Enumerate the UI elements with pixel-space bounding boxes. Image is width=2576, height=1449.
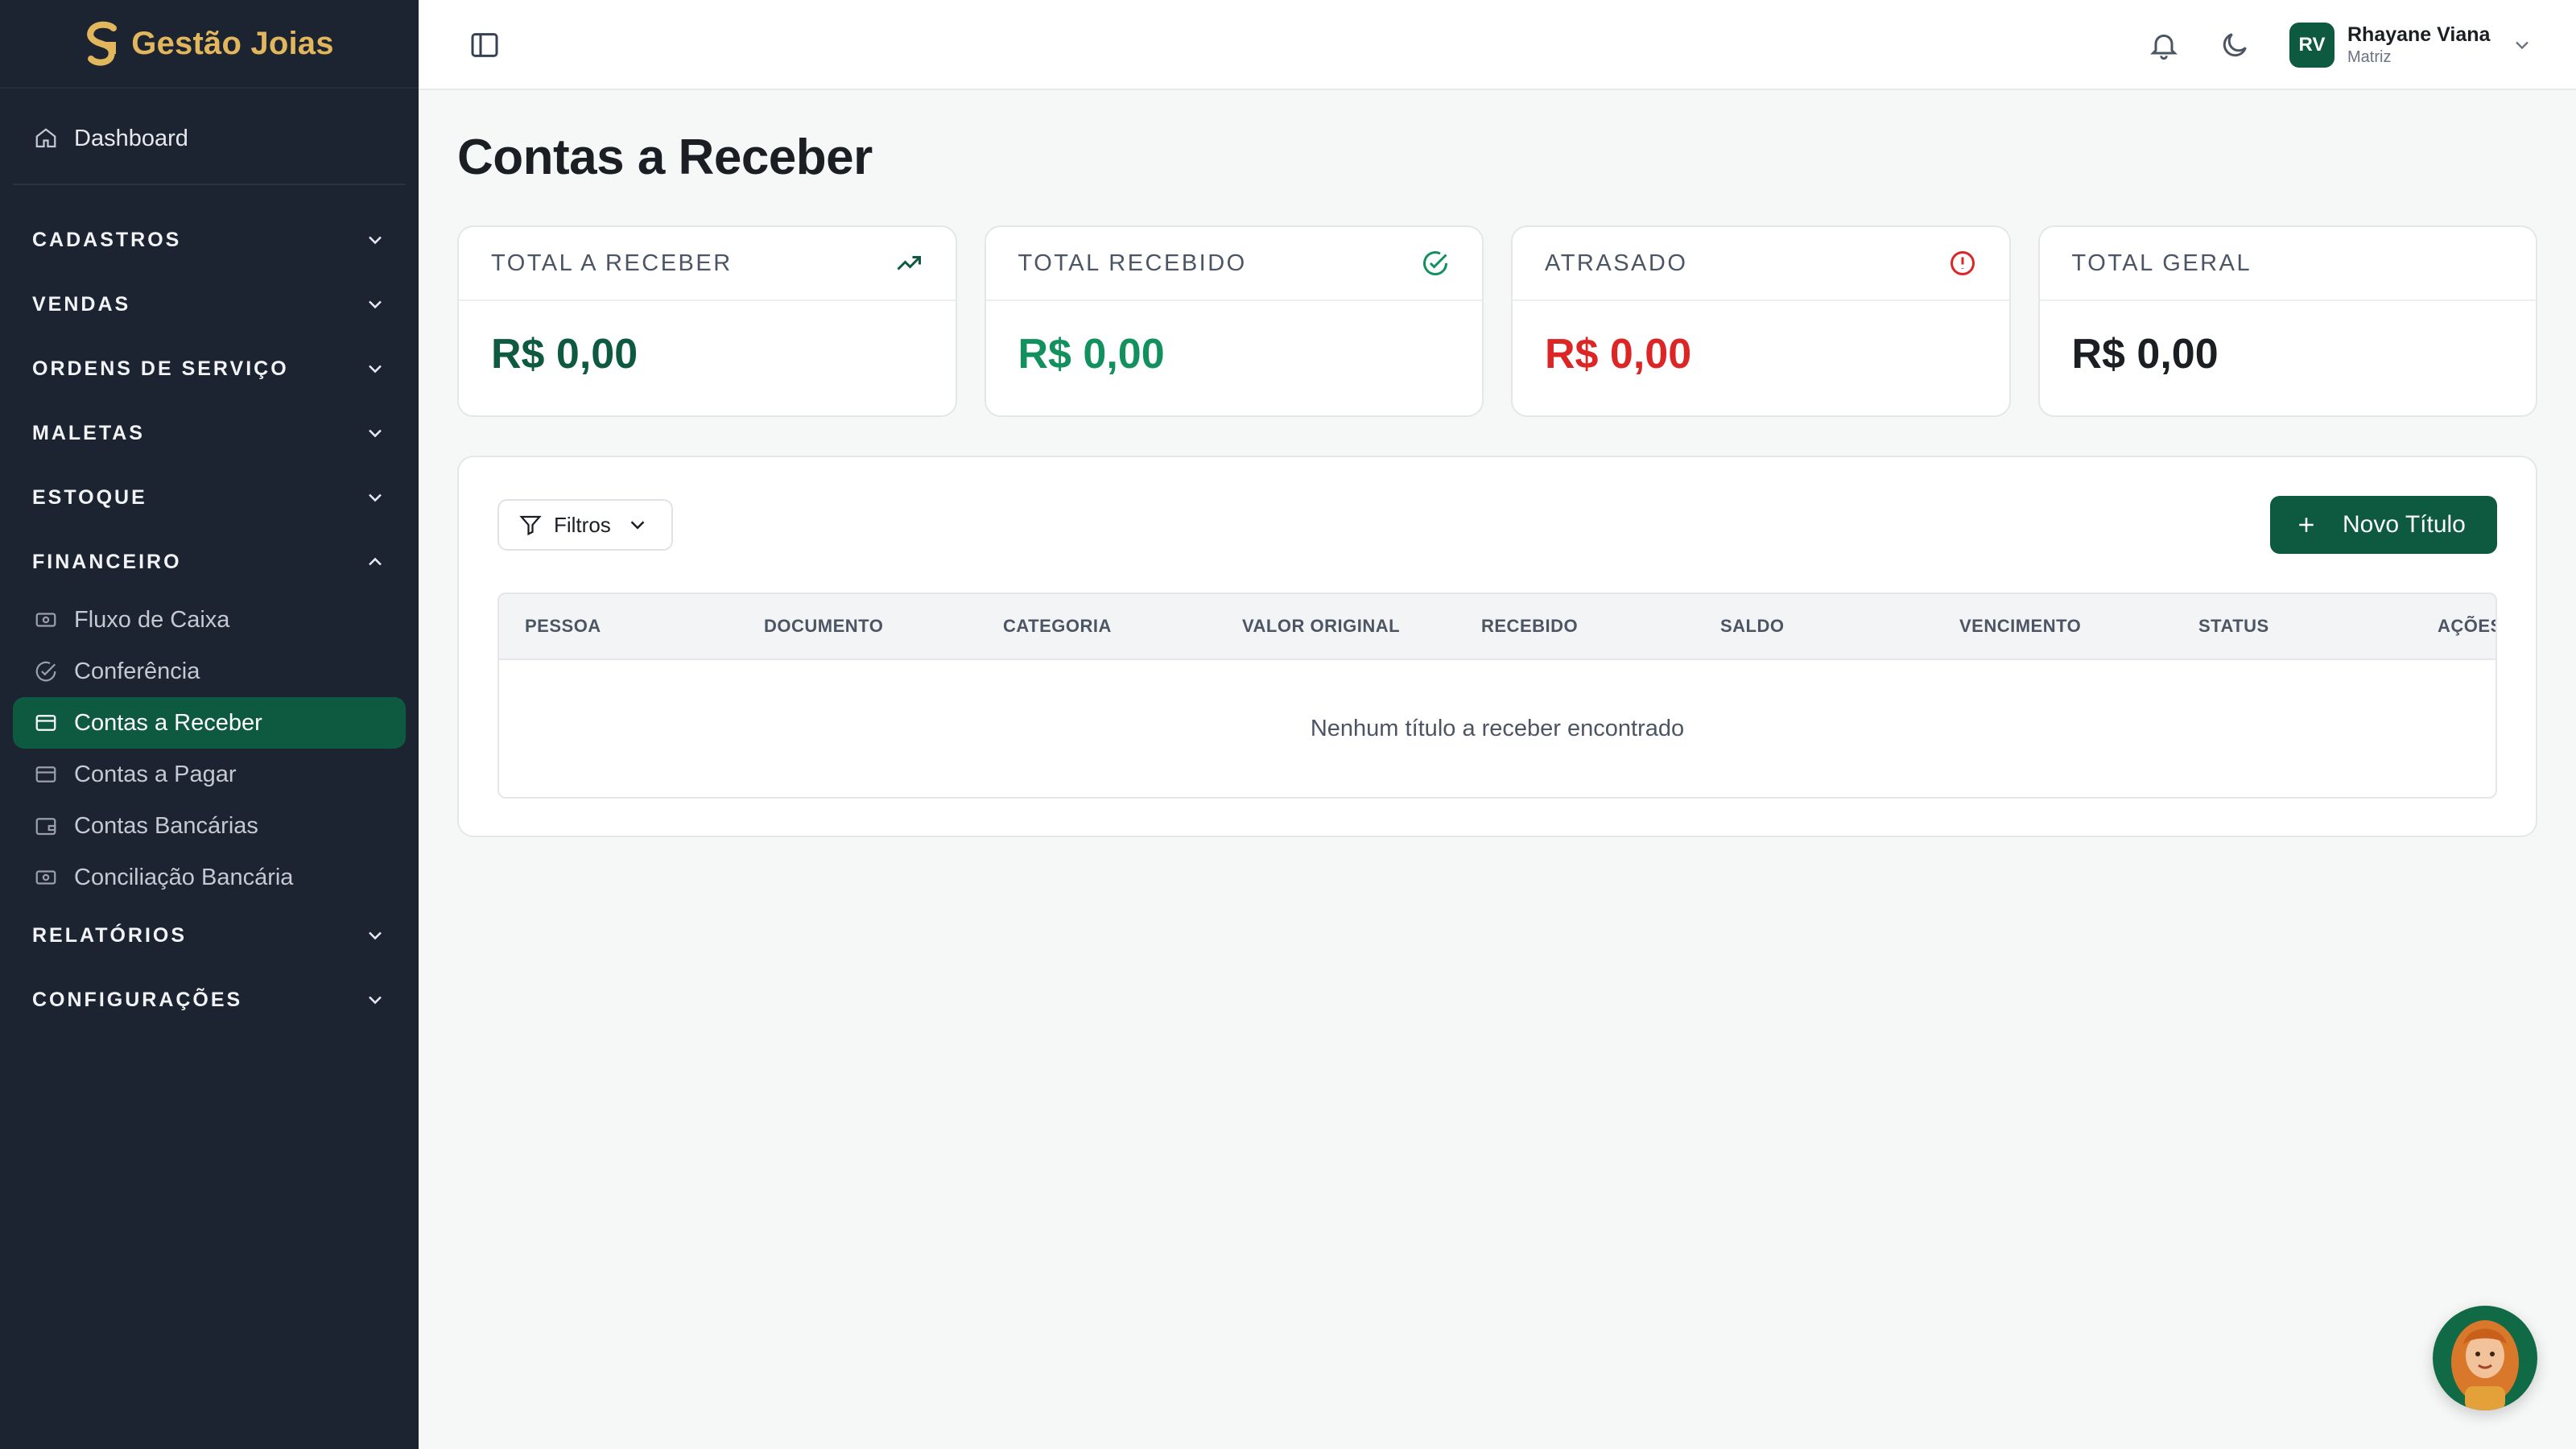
sidebar-item-label: Contas Bancárias [74,812,258,839]
credit-card-icon [32,761,60,788]
section-estoque[interactable]: ESTOQUE [0,465,419,530]
col-categoria[interactable]: CATEGORIA [977,616,1216,637]
receivables-panel: Filtros Novo Título PESSOA DOCUMENTO CAT… [457,456,2537,837]
sidebar-item-conciliacao[interactable]: Conciliação Bancária [13,852,406,903]
trending-up-icon [896,256,921,270]
check-circle-icon [32,658,60,685]
col-saldo[interactable]: SALDO [1695,616,1934,637]
assistant-avatar[interactable] [2433,1306,2537,1410]
chevron-down-icon [369,429,382,438]
home-icon [32,125,60,152]
sidebar-toggle-icon[interactable] [469,29,501,61]
section-ordens-servico[interactable]: ORDENS DE SERVIÇO [0,336,419,401]
user-role: Matriz [2347,48,2392,66]
col-acoes: AÇÕES [2438,616,2497,636]
wallet-icon [32,812,60,840]
table-header: PESSOA DOCUMENTO CATEGORIA VALOR ORIGINA… [499,594,2496,660]
card-label: TOTAL GERAL [2071,250,2252,276]
section-label: ESTOQUE [32,485,147,509]
section-label: RELATÓRIOS [32,923,188,947]
credit-card-icon [32,709,60,737]
sidebar-item-fluxo-caixa[interactable]: Fluxo de Caixa [13,594,406,646]
divider [13,184,406,185]
alert-circle-icon [1950,251,1975,275]
sidebar-item-label: Contas a Pagar [74,761,237,787]
section-label: CADASTROS [32,228,182,251]
sidebar-item-conferencia[interactable]: Conferência [13,646,406,697]
section-relatorios[interactable]: RELATÓRIOS [0,903,419,968]
section-configuracoes[interactable]: CONFIGURAÇÕES [0,968,419,1032]
check-circle-icon [1423,251,1448,276]
col-documento[interactable]: DOCUMENTO [738,616,977,637]
user-name: Rhayane Viana [2347,23,2491,46]
sidebar-item-label: Dashboard [74,125,188,151]
section-financeiro[interactable]: FINANCEIRO [0,530,419,594]
section-label: CONFIGURAÇÕES [32,988,243,1011]
filter-button[interactable]: Filtros [497,499,673,551]
user-menu[interactable]: RV Rhayane Viana Matriz [2289,21,2539,69]
card-value: R$ 0,00 [1018,331,1165,378]
brand-name: Gestão Joias [131,25,334,61]
col-status[interactable]: STATUS [2173,616,2412,637]
sidebar-item-label: Conciliação Bancária [74,864,294,890]
col-vencimento[interactable]: VENCIMENTO [1934,616,2173,637]
avatar: RV [2289,23,2334,68]
card-atrasado: ATRASADO R$ 0,00 [1511,225,2011,417]
section-label: ORDENS DE SERVIÇO [32,357,289,380]
section-maletas[interactable]: MALETAS [0,401,419,465]
topbar: RV Rhayane Viana Matriz [419,0,2576,90]
section-label: FINANCEIRO [32,550,182,573]
sidebar-item-contas-pagar[interactable]: Contas a Pagar [13,749,406,800]
card-label: TOTAL RECEBIDO [1018,250,1247,276]
col-pessoa[interactable]: PESSOA [499,616,738,637]
section-label: VENDAS [32,292,131,316]
chevron-down-icon [369,236,382,245]
summary-cards: TOTAL A RECEBER R$ 0,00 TOTAL RECEBIDO R… [457,225,2537,417]
empty-state: Nenhum título a receber encontrado [1310,715,1685,741]
chevron-down-icon [630,521,645,530]
brand-logo-icon [87,21,118,66]
section-cadastros[interactable]: CADASTROS [0,208,419,272]
card-total-geral: TOTAL GERAL R$ 0,00 [2037,225,2537,417]
moon-icon[interactable] [2219,29,2251,61]
chevron-down-icon [369,493,382,502]
chevron-down-icon [369,996,382,1005]
chevron-down-icon [369,931,382,940]
card-value: R$ 0,00 [2071,331,2219,378]
sidebar: Gestão Joias Dashboard CADASTROS VENDAS … [0,0,419,1449]
receivables-table: PESSOA DOCUMENTO CATEGORIA VALOR ORIGINA… [497,592,2497,799]
new-title-button[interactable]: Novo Título [2270,496,2497,554]
chevron-down-icon [369,300,382,309]
card-value: R$ 0,00 [1545,331,1692,378]
filter-label: Filtros [554,512,611,537]
bell-icon[interactable] [2148,29,2180,61]
card-value: R$ 0,00 [491,331,638,378]
card-label: TOTAL A RECEBER [491,250,733,276]
banknote-icon [32,606,60,634]
sidebar-item-label: Fluxo de Caixa [74,606,230,633]
banknote-icon [32,864,60,891]
chevron-up-icon [369,557,382,566]
col-recebido[interactable]: RECEBIDO [1455,616,1695,637]
chevron-down-icon [369,365,382,374]
chevron-down-icon [2516,41,2529,50]
new-title-label: Novo Título [2343,511,2466,538]
sidebar-item-label: Contas a Receber [74,709,262,736]
card-total-recebido: TOTAL RECEBIDO R$ 0,00 [984,225,1484,417]
brand[interactable]: Gestão Joias [0,0,419,89]
sidebar-item-label: Conferência [74,658,200,684]
page-title: Contas a Receber [457,130,873,185]
section-label: MALETAS [32,421,145,444]
card-label: ATRASADO [1545,250,1688,276]
col-valor-original[interactable]: VALOR ORIGINAL [1216,616,1455,637]
plus-icon [2299,518,2314,532]
section-vendas[interactable]: VENDAS [0,272,419,336]
card-total-a-receber: TOTAL A RECEBER R$ 0,00 [457,225,957,417]
sidebar-item-dashboard[interactable]: Dashboard [13,113,406,164]
sidebar-item-contas-receber[interactable]: Contas a Receber [13,697,406,749]
filter-icon [519,515,542,536]
sidebar-item-contas-bancarias[interactable]: Contas Bancárias [13,800,406,852]
